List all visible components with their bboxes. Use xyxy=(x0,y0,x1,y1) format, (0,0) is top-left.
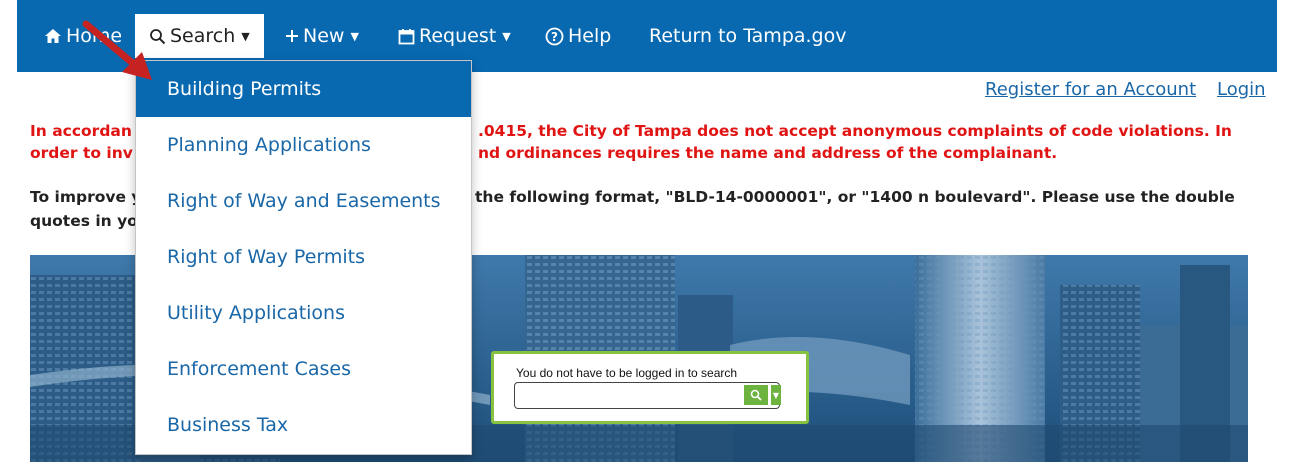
notice-line1-right: .0415, the City of Tampa does not accept… xyxy=(478,122,1232,140)
nav-request-label: Request xyxy=(419,25,497,47)
notice-line1-left: In accordan xyxy=(30,122,132,140)
tip-line1-left: To improve y xyxy=(30,188,142,206)
home-icon xyxy=(45,29,61,43)
nav-return-label: Return to Tampa.gov xyxy=(649,25,847,47)
menu-item-right-of-way-easements[interactable]: Right of Way and Easements xyxy=(136,173,471,229)
chevron-down-icon: ▼ xyxy=(502,29,511,43)
search-dropdown-menu: Building Permits Planning Applications R… xyxy=(135,60,472,455)
quick-search-input[interactable] xyxy=(514,382,780,409)
plus-icon xyxy=(286,30,298,42)
tip-line1-right: the following format, "BLD-14-0000001", … xyxy=(475,188,1235,206)
menu-item-utility-applications[interactable]: Utility Applications xyxy=(136,285,471,341)
search-widget-label: You do not have to be logged in to searc… xyxy=(516,366,738,380)
tip-line2-left: quotes in yo xyxy=(30,212,138,230)
menu-item-building-permits[interactable]: Building Permits xyxy=(136,61,471,117)
menu-item-enforcement-cases[interactable]: Enforcement Cases xyxy=(136,341,471,397)
svg-text:?: ? xyxy=(551,30,558,44)
calendar-icon xyxy=(398,28,415,44)
help-circle-icon: ? xyxy=(545,27,564,45)
login-link[interactable]: Login xyxy=(1217,79,1266,100)
notice-line2-right: nd ordinances requires the name and addr… xyxy=(478,144,1058,162)
quick-search-box: You do not have to be logged in to searc… xyxy=(491,351,809,424)
nav-help-label: Help xyxy=(568,25,612,47)
register-link[interactable]: Register for an Account xyxy=(985,79,1196,100)
notice-line2-left: order to inv xyxy=(30,144,133,162)
nav-new-label: New xyxy=(303,25,345,47)
nav-return-link[interactable]: Return to Tampa.gov xyxy=(649,0,847,72)
nav-help[interactable]: ? Help xyxy=(545,0,611,72)
menu-item-planning-applications[interactable]: Planning Applications xyxy=(136,117,471,173)
chevron-down-icon: ▼ xyxy=(350,29,359,43)
red-arrow-pointer xyxy=(82,20,152,80)
menu-item-right-of-way-permits[interactable]: Right of Way Permits xyxy=(136,229,471,285)
chevron-down-icon: ▼ xyxy=(772,390,780,400)
menu-item-business-tax[interactable]: Business Tax xyxy=(136,397,471,453)
search-icon xyxy=(750,389,762,401)
quick-search-button[interactable] xyxy=(744,385,768,405)
nav-search-label: Search xyxy=(170,25,236,47)
search-options-dropdown[interactable]: ▼ xyxy=(770,385,781,405)
chevron-down-icon: ▼ xyxy=(241,29,250,43)
